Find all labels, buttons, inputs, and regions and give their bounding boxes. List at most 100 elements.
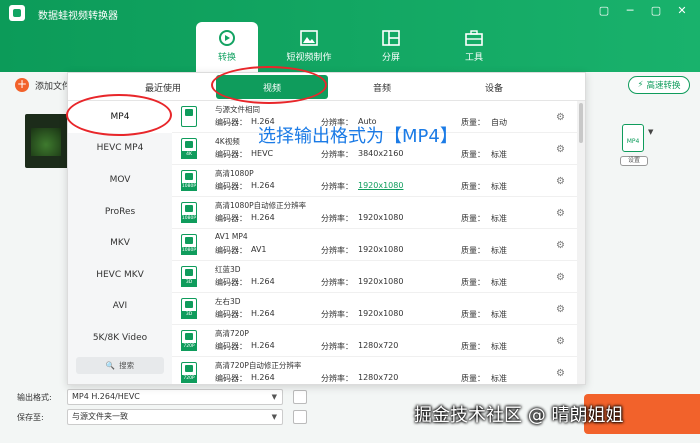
quality-value: 标准: [491, 214, 507, 223]
title-bar: 数据蛙视频转换器 ▢ ─ ▢ ✕ 转换 短视频制作 分屏 工具: [0, 0, 700, 72]
quality-value: 标准: [491, 278, 507, 287]
preset-row[interactable]: 3D 左右3D 编码器： H.264 分辨率： 1920x1080 质量： 标准…: [172, 293, 577, 325]
restore-icon[interactable]: ▢: [596, 4, 612, 17]
codec-label: 编码器：: [215, 182, 247, 191]
nav-tab-short-video[interactable]: 短视频制作: [278, 22, 340, 72]
file-format-icon: 1080P: [181, 234, 197, 255]
preset-row[interactable]: 720P 高清720P自动修正分辨率 编码器： H.264 分辨率： 1280x…: [172, 357, 577, 384]
preset-name: 高清720P: [215, 329, 249, 338]
quality-label: 质量：: [461, 182, 485, 191]
gear-icon[interactable]: ⚙: [556, 144, 565, 155]
highlight-ellipse-mp4: [66, 94, 172, 136]
codec-value: H.264: [251, 373, 275, 382]
save-to-label: 保存至:: [17, 413, 44, 422]
gear-icon[interactable]: ⚙: [556, 112, 565, 123]
preset-row[interactable]: 720P 高清720P 编码器： H.264 分辨率： 1280x720 质量：…: [172, 325, 577, 357]
fast-convert-label: 高速转换: [646, 81, 681, 91]
category-prores[interactable]: ProRes: [68, 196, 172, 228]
fast-convert-button[interactable]: ⚡ 高速转换: [628, 76, 690, 94]
quality-label: 质量：: [461, 214, 485, 223]
image-icon: [300, 30, 318, 46]
category-mov[interactable]: MOV: [68, 164, 172, 196]
save-to-select[interactable]: 与源文件夹一致 ▼: [67, 409, 283, 425]
annotation-text: 选择输出格式为【MP4】: [258, 126, 458, 147]
gear-icon[interactable]: ⚙: [556, 176, 565, 187]
category-hevc-mkv[interactable]: HEVC MKV: [68, 259, 172, 291]
quality-value: 标准: [491, 246, 507, 255]
window-controls: ▢ ─ ▢ ✕: [596, 4, 690, 17]
scrollbar-thumb[interactable]: [579, 103, 583, 143]
close-icon[interactable]: ✕: [674, 4, 690, 17]
watermark: 掘金技术社区 @ 晴朗姐姐: [414, 405, 624, 426]
codec-label: 编码器：: [215, 214, 247, 223]
preset-row[interactable]: 1080P 高清1080P 编码器： H.264 分辨率： 1920x1080 …: [172, 165, 577, 197]
search-button[interactable]: 🔍 搜索: [76, 357, 164, 374]
resolution-value: 1920x1080: [358, 309, 404, 318]
chevron-down-icon[interactable]: ▼: [648, 128, 653, 136]
quality-value: 标准: [491, 182, 507, 191]
quality-label: 质量：: [461, 310, 485, 319]
chevron-down-icon: ▼: [271, 413, 277, 421]
tab-device[interactable]: 设备: [438, 73, 550, 101]
preset-name: 高清1080P自动修正分辨率: [215, 201, 307, 210]
gear-icon[interactable]: ⚙: [556, 240, 565, 251]
category-5k-8k-video[interactable]: 5K/8K Video: [68, 322, 172, 354]
tab-audio[interactable]: 音频: [326, 73, 438, 101]
maximize-icon[interactable]: ▢: [648, 4, 664, 17]
nav-tab-split-screen[interactable]: 分屏: [360, 22, 422, 72]
gear-icon[interactable]: ⚙: [556, 336, 565, 347]
codec-label: 编码器：: [215, 310, 247, 319]
gear-icon[interactable]: ⚙: [556, 368, 565, 379]
video-thumbnail[interactable]: [25, 114, 69, 168]
quality-value: 自动: [491, 118, 507, 127]
gear-icon[interactable]: ⚙: [556, 208, 565, 219]
quality-label: 质量：: [461, 150, 485, 159]
gear-icon[interactable]: ⚙: [556, 304, 565, 315]
resolution-label: 分辨率：: [321, 278, 353, 287]
folder-icon[interactable]: [293, 410, 307, 424]
quality-value: 标准: [491, 310, 507, 319]
nav-tab-tools[interactable]: 工具: [443, 22, 505, 72]
chevron-down-icon: ▼: [271, 393, 277, 401]
nav-tab-label: 分屏: [381, 53, 400, 63]
codec-value: H.264: [251, 309, 275, 318]
resolution-label: 分辨率：: [321, 374, 353, 383]
add-file-button[interactable]: + 添加文件: [15, 78, 71, 92]
preset-name: 左右3D: [215, 297, 241, 306]
resolution-value[interactable]: 1920x1080: [358, 181, 403, 190]
nav-tab-label: 工具: [464, 53, 483, 63]
resolution-label: 分辨率：: [321, 182, 353, 191]
codec-label: 编码器：: [215, 118, 247, 127]
output-format-select[interactable]: MP4 H.264/HEVC ▼: [67, 389, 283, 405]
minimize-icon[interactable]: ─: [622, 4, 638, 17]
resolution-value: 1280x720: [358, 373, 399, 382]
codec-value: HEVC: [251, 149, 274, 158]
nav-tab-convert[interactable]: 转换: [196, 22, 258, 72]
category-mkv[interactable]: MKV: [68, 227, 172, 259]
settings-icon[interactable]: [293, 390, 307, 404]
preset-name: 高清1080P: [215, 169, 254, 178]
codec-value: H.264: [251, 213, 275, 222]
settings-button[interactable]: 设置: [620, 156, 648, 166]
quality-label: 质量：: [461, 246, 485, 255]
output-format-icon[interactable]: MP4: [622, 124, 644, 152]
file-format-icon: 720P: [181, 362, 197, 383]
preset-name: 高清720P自动修正分辨率: [215, 361, 302, 370]
file-format-icon: 3D: [181, 298, 197, 319]
resolution-value: 3840x2160: [358, 149, 404, 158]
preset-row[interactable]: 3D 红蓝3D 编码器： H.264 分辨率： 1920x1080 质量： 标准…: [172, 261, 577, 293]
add-file-label: 添加文件: [35, 81, 72, 92]
file-format-icon: 720P: [181, 330, 197, 351]
convert-icon: [219, 30, 235, 46]
category-avi[interactable]: AVI: [68, 291, 172, 323]
output-format-value: MP4 H.264/HEVC: [72, 392, 140, 401]
category-hevc-mp4[interactable]: HEVC MP4: [68, 133, 172, 165]
quality-label: 质量：: [461, 342, 485, 351]
quality-value: 标准: [491, 374, 507, 383]
preset-row[interactable]: 1080P AV1 MP4 编码器： AV1 分辨率： 1920x1080 质量…: [172, 229, 577, 261]
preset-row[interactable]: 1080P 高清1080P自动修正分辨率 编码器： H.264 分辨率： 192…: [172, 197, 577, 229]
app-title: 数据蛙视频转换器: [38, 11, 118, 22]
format-category-list: MP4 HEVC MP4 MOV ProRes MKV HEVC MKV AVI…: [68, 101, 172, 384]
gear-icon[interactable]: ⚙: [556, 272, 565, 283]
scrollbar-track[interactable]: [577, 101, 585, 384]
